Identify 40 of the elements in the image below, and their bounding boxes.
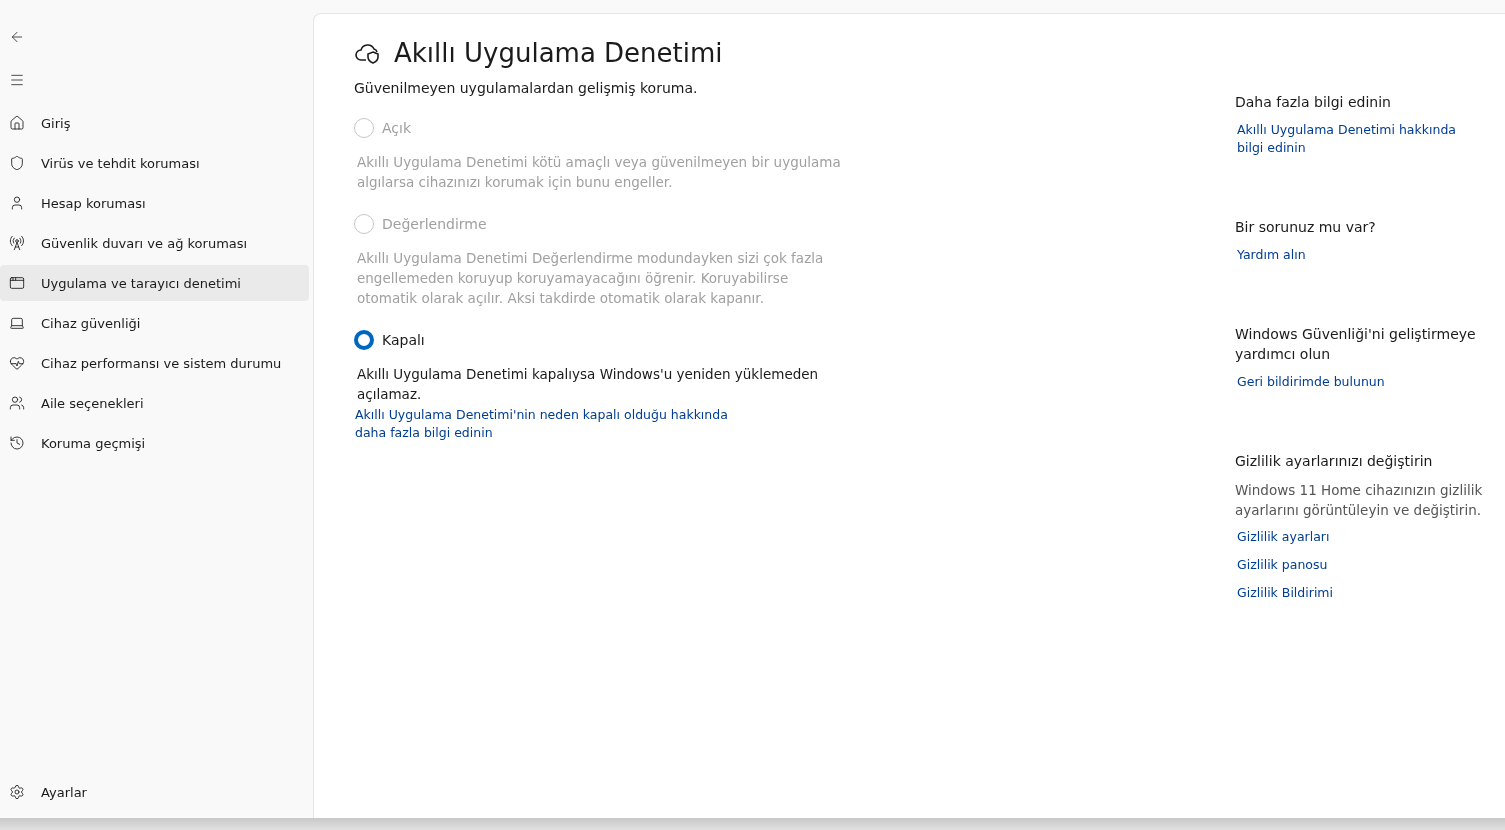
menu-icon	[9, 72, 25, 88]
settings-icon	[9, 784, 25, 800]
section-heading: Bir sorunuz mu var?	[1235, 218, 1377, 237]
section-text: Windows 11 Home cihazınızın gizlilik ayarlarını görüntüleyin ve değiştirin.	[1235, 481, 1484, 520]
sidebar-item[interactable]: Virüs ve tehdit koruması	[0, 145, 309, 181]
sidebar-item[interactable]: Hesap koruması	[0, 185, 309, 221]
help-link[interactable]: Yardım alın	[1237, 246, 1462, 264]
people-icon	[9, 395, 25, 411]
help-link[interactable]: Gizlilik panosu	[1237, 556, 1462, 574]
section-heading: Windows Güvenliği'ni geliştirmeye yardımcı olun	[1235, 325, 1477, 364]
sidebar-item[interactable]: Güvenlik duvarı ve ağ koruması	[0, 225, 309, 261]
sidebar-item[interactable]: Giriş	[0, 105, 309, 141]
help-link[interactable]: Geri bildirimde bulunun	[1237, 373, 1462, 391]
settings-item[interactable]: Ayarlar	[0, 774, 309, 810]
shield-icon	[9, 155, 25, 171]
cloud-shield-icon	[354, 41, 382, 65]
help-link[interactable]: Akıllı Uygulama Denetimi hakkında bilgi edinin	[1237, 121, 1462, 157]
page-subtitle: Güvenilmeyen uygulamalardan gelişmiş koruma.	[354, 80, 699, 96]
help-link[interactable]: Gizlilik ayarları	[1237, 528, 1462, 546]
person-icon	[9, 195, 25, 211]
laptop-icon	[9, 315, 25, 331]
section-heading: Daha fazla bilgi edinin	[1235, 93, 1392, 112]
help-link[interactable]: Gizlilik Bildirimi	[1237, 584, 1462, 602]
heart-pulse-icon	[9, 355, 25, 371]
learn-more-link[interactable]: Akıllı Uygulama Denetimi'nin neden kapalı olduğu hakkında daha fazla bilgi edinin	[355, 406, 735, 442]
option-description: Akıllı Uygulama Denetimi kötü amaçlı veya güvenilmeyen bir uygulama algılarsa cihazınızı korumak için bunu engeller.	[357, 153, 842, 192]
radio-option[interactable]: Kapalı	[354, 330, 425, 350]
home-icon	[9, 115, 25, 131]
window-icon	[9, 275, 25, 291]
sidebar-item[interactable]: Cihaz güvenliği	[0, 305, 309, 341]
antenna-icon	[9, 235, 25, 251]
sidebar-item[interactable]: Uygulama ve tarayıcı denetimi	[0, 265, 309, 301]
sidebar-item[interactable]: Cihaz performansı ve sistem durumu	[0, 345, 309, 381]
sidebar-item[interactable]: Koruma geçmişi	[0, 425, 309, 461]
option-description: Akıllı Uygulama Denetimi kapalıysa Windows'u yeniden yüklemeden açılamaz.	[357, 365, 820, 404]
option-description: Akıllı Uygulama Denetimi Değerlendirme modundayken sizi çok fazla engellemeden koruyup koruyamayacağını öğrenir. Koruyabilirse otomatik olarak açılır. Aksi takdirde otomatik olarak kapanır.	[357, 249, 825, 308]
history-icon	[9, 435, 25, 451]
sidebar-item[interactable]: Aile seçenekleri	[0, 385, 309, 421]
section-heading: Gizlilik ayarlarınızı değiştirin	[1235, 452, 1434, 471]
page-title: Akıllı Uygulama Denetimi	[394, 38, 723, 68]
